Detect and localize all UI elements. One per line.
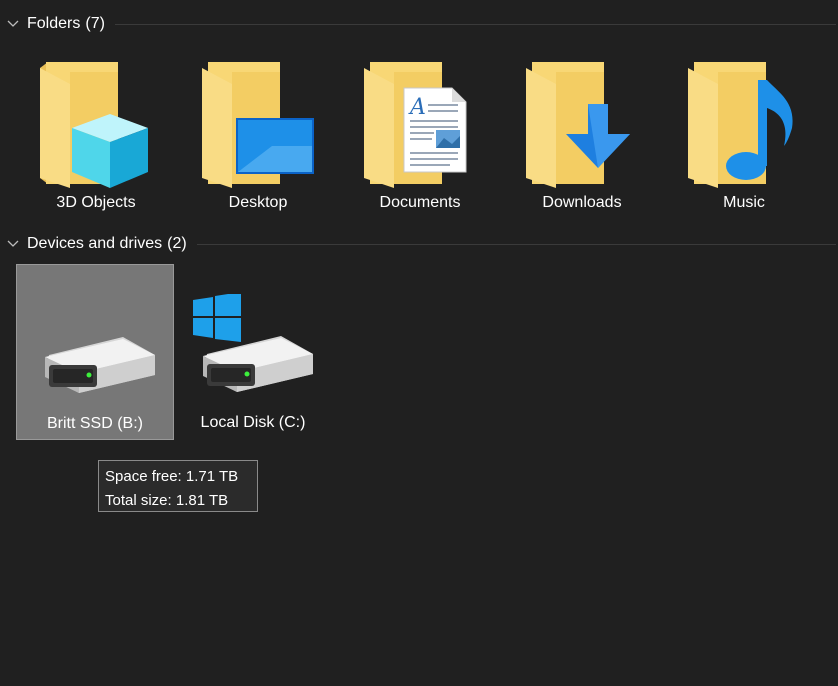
folders-group-count: (7) [85,15,105,32]
music-folder-icon [688,62,793,188]
drive-info-tooltip: Space free: 1.71 TB Total size: 1.81 TB [98,460,258,512]
group-divider [196,243,836,245]
documents-folder-icon: A [364,62,467,188]
downloads-folder-icon [526,62,630,188]
drives-group-header[interactable]: Devices and drives (2) [0,233,838,255]
folder-label: 3D Objects [56,194,136,211]
chevron-down-icon[interactable] [6,17,20,31]
folder-music[interactable]: Music [663,50,825,226]
drive-britt-ssd[interactable]: Britt SSD (B:) [16,264,174,440]
windows-system-drive-icon [193,294,313,392]
folders-group-title: Folders [27,15,81,32]
folder-documents[interactable]: A Documents [339,50,501,226]
drives-list: Britt SSD (B:) Local Disk (C:) [16,264,332,440]
folder-desktop[interactable]: Desktop [177,50,339,226]
folder-downloads[interactable]: Downloads [501,50,663,226]
folder-label: Desktop [228,194,288,211]
drive-local-disk-c[interactable]: Local Disk (C:) [174,264,332,440]
3d-objects-folder-icon [40,62,148,188]
windows-logo-icon [193,294,241,342]
svg-text:A: A [408,95,426,120]
chevron-down-icon[interactable] [6,237,20,251]
group-divider [114,23,836,25]
folder-label: Documents [379,194,461,211]
total-size-text: Total size: 1.81 TB [105,492,229,509]
folder-label: Downloads [542,194,622,211]
desktop-folder-icon [202,62,314,188]
space-free-text: Space free: 1.71 TB [105,468,239,485]
drives-group-title: Devices and drives [27,235,163,252]
hard-drive-icon [45,337,155,393]
drive-label: Local Disk (C:) [200,414,306,431]
folder-label: Music [723,194,765,211]
folders-group-header[interactable]: Folders (7) [0,13,838,35]
folders-list: 3D Objects Desktop A Documents Downloads… [15,50,825,226]
drive-label: Britt SSD (B:) [46,415,143,432]
folder-3d-objects[interactable]: 3D Objects [15,50,177,226]
drives-group-count: (2) [167,235,187,252]
